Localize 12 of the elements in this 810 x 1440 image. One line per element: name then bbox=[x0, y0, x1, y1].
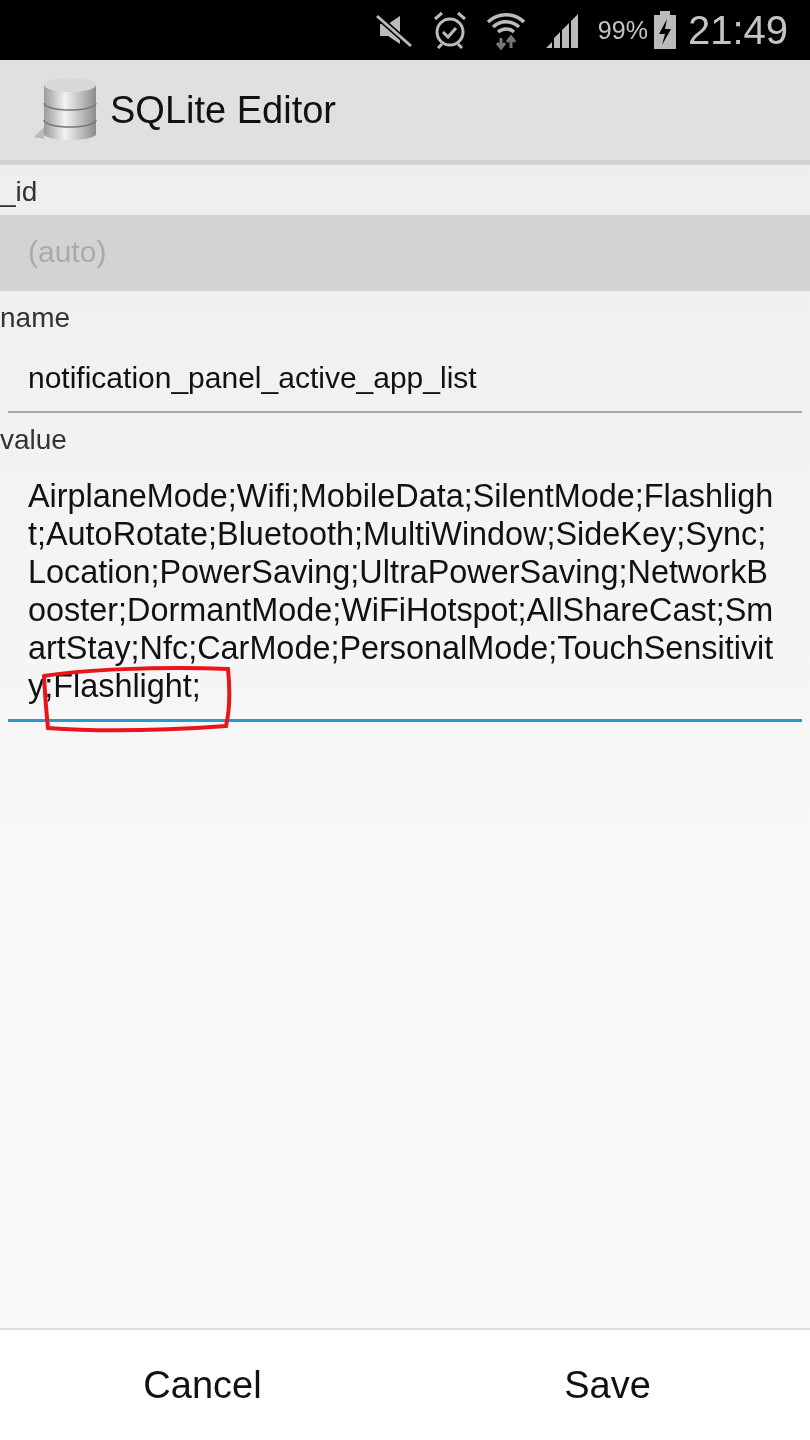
database-icon bbox=[34, 77, 98, 143]
wifi-icon bbox=[485, 10, 526, 50]
field-label: _id bbox=[0, 175, 38, 209]
battery-percentage: 99% bbox=[597, 15, 648, 45]
battery-charging-icon bbox=[653, 11, 676, 49]
mute-icon bbox=[373, 12, 414, 48]
alarm-icon bbox=[431, 11, 468, 49]
clock-time: 21:49 bbox=[687, 7, 788, 53]
field-label: value bbox=[0, 423, 67, 457]
input-field[interactable]: notification_panel_active_app_list bbox=[8, 341, 802, 413]
field-label: name bbox=[0, 301, 71, 335]
app-title: SQLite Editor bbox=[110, 88, 336, 132]
